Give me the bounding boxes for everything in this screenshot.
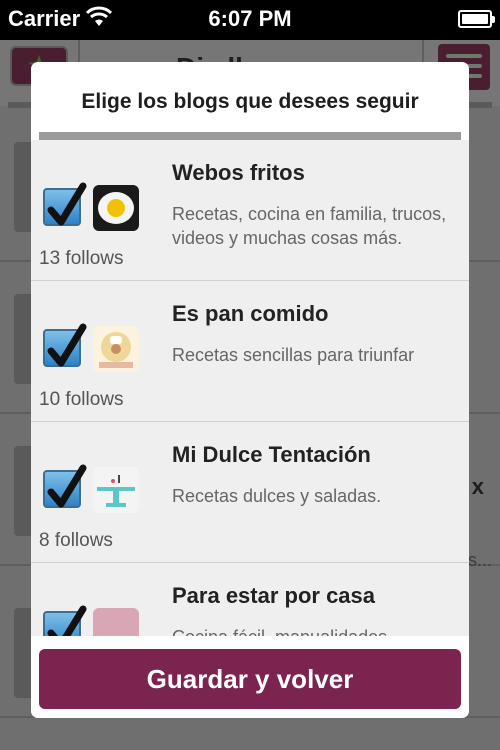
follows-count: 8 follows	[39, 530, 113, 551]
blog-item[interactable]: Es pan comido Recetas sencillas para tri…	[31, 281, 469, 422]
blog-name: Es pan comido	[172, 301, 329, 326]
blog-picker-modal: Elige los blogs que desees seguir Webos …	[31, 62, 469, 718]
status-bar: Carrier 6:07 PM	[0, 0, 500, 40]
modal-title: Elige los blogs que desees seguir	[81, 90, 419, 113]
save-and-return-button[interactable]: Guardar y volver	[39, 649, 461, 709]
blog-item[interactable]: Webos fritos Recetas, cocina en familia,…	[31, 140, 469, 281]
checkmark-icon	[47, 323, 87, 367]
checkmark-icon	[47, 605, 87, 636]
modal-divider	[39, 132, 461, 140]
follows-count: 10 follows	[39, 389, 124, 410]
background-row-fragment: x	[471, 474, 484, 499]
menu-line-icon	[446, 54, 482, 58]
follow-checkbox[interactable]	[43, 464, 87, 508]
follows-count: 13 follows	[39, 248, 124, 269]
follow-checkbox[interactable]	[43, 605, 87, 636]
blog-item[interactable]: Mi Dulce Tentación Recetas dulces y sala…	[31, 422, 469, 563]
blog-list[interactable]: Webos fritos Recetas, cocina en familia,…	[31, 140, 469, 636]
blog-name: Webos fritos	[172, 160, 305, 185]
battery-icon	[458, 10, 495, 28]
chef-logo-icon	[93, 326, 139, 372]
follow-checkbox[interactable]	[43, 182, 87, 226]
follow-checkbox[interactable]	[43, 323, 87, 367]
cake-stand-icon	[93, 467, 139, 513]
blog-name: Mi Dulce Tentación	[172, 442, 371, 467]
blog-description: Recetas sencillas para triunfar	[172, 345, 415, 365]
blog-description: Recetas dulces y saladas.	[172, 486, 382, 506]
background-row-ellipsis: s...	[467, 550, 492, 570]
blog-description: Recetas, cocina en familia, trucos, vide…	[172, 204, 447, 248]
pink-photo-icon	[93, 608, 139, 636]
checkmark-icon	[47, 182, 87, 226]
checkmark-icon	[47, 464, 87, 508]
blog-description: Cocina fácil, manualidades	[172, 625, 464, 636]
fried-egg-icon	[93, 185, 139, 231]
clock: 6:07 PM	[208, 6, 292, 31]
blog-item[interactable]: Para estar por casa Cocina fácil, manual…	[31, 563, 469, 636]
blog-name: Para estar por casa	[172, 583, 376, 608]
